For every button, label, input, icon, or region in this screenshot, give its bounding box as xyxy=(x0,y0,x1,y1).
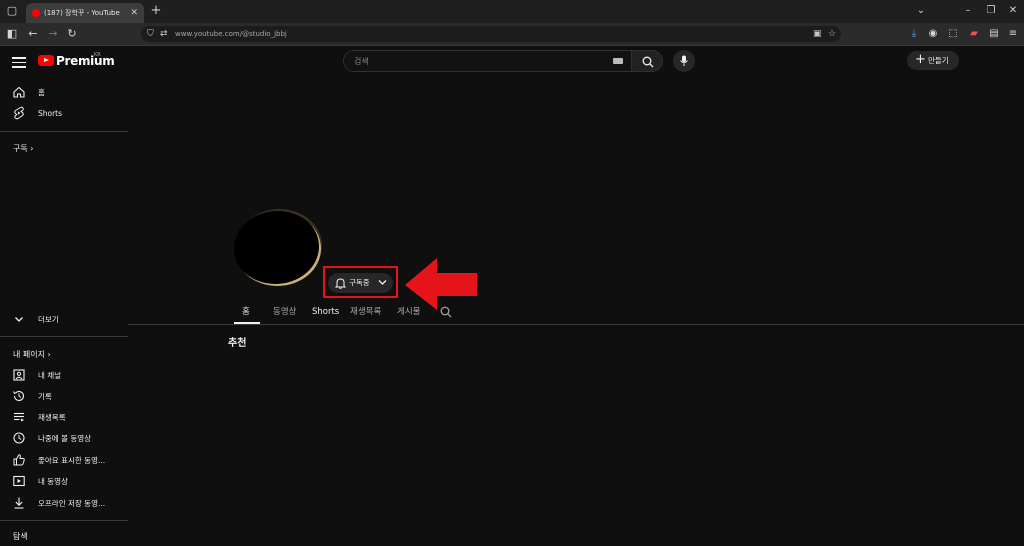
extension-icon[interactable]: ▤ xyxy=(987,27,1001,41)
playlist-icon xyxy=(14,412,24,422)
explore-heading: 탐색 xyxy=(13,532,28,541)
sidebar-item-downloads[interactable]: 오프라인 저장 동영... xyxy=(0,494,128,514)
tab-overview-icon[interactable]: ▢ xyxy=(5,4,19,18)
shield-icon[interactable]: ⛉ xyxy=(147,27,154,41)
sidebar-item-label: 좋아요 표시한 동영... xyxy=(38,456,106,465)
sidebar-item-liked-videos[interactable]: 좋아요 표시한 동영... xyxy=(0,451,128,471)
search-icon xyxy=(642,56,654,68)
minimize-icon[interactable]: – xyxy=(961,4,975,18)
sidebar-divider xyxy=(0,336,128,337)
sidebar-item-label: 오프라인 저장 동영... xyxy=(38,499,106,508)
sidebar-item-my-videos[interactable]: 내 동영상 xyxy=(0,472,128,492)
channel-search-icon[interactable] xyxy=(440,306,452,318)
sidebar-item-label: 기록 xyxy=(38,392,52,401)
url-text[interactable]: www.youtube.com/@studio_jbbj xyxy=(175,28,287,40)
sidebar-divider xyxy=(0,520,128,521)
forward-icon[interactable]: → xyxy=(46,27,60,41)
voice-search-button[interactable] xyxy=(673,50,695,72)
tabs-divider xyxy=(128,324,1024,325)
new-tab-button[interactable]: + xyxy=(149,3,163,19)
annotation-arrow-icon xyxy=(405,258,477,310)
sidebar-item-home[interactable]: 홈 xyxy=(0,83,128,103)
search-button[interactable] xyxy=(631,50,663,72)
sidebar-divider xyxy=(0,131,128,132)
sidebar-item-label: Shorts xyxy=(38,109,63,118)
youtube-play-icon xyxy=(38,55,54,66)
address-bar[interactable]: ⛉ ⇄ www.youtube.com/@studio_jbbj ▣ ☆ xyxy=(141,26,841,42)
search-input[interactable] xyxy=(354,51,604,71)
sidebar-item-label: 나중에 볼 동영상 xyxy=(38,434,92,443)
sidebar-item-playlists[interactable]: 재생목록 xyxy=(0,408,128,428)
tab-playlists[interactable]: 재생목록 xyxy=(350,306,381,318)
download-icon[interactable]: ⤓ xyxy=(907,27,921,41)
browser-tab[interactable]: (187) 장학꾸 - YouTube ✕ xyxy=(26,3,144,23)
create-label: 만들기 xyxy=(928,56,949,65)
sidebar-item-label: 재생목록 xyxy=(38,413,66,422)
tab-close-icon[interactable]: ✕ xyxy=(130,6,138,20)
tab-shorts[interactable]: Shorts xyxy=(312,306,339,318)
download-icon xyxy=(14,497,24,509)
plus-icon: + xyxy=(915,52,926,67)
menu-icon[interactable]: ≡ xyxy=(1006,27,1020,41)
sidebar-item-my-channel[interactable]: 내 채널 xyxy=(0,366,128,386)
tab-videos[interactable]: 동영상 xyxy=(273,306,296,318)
sidebar-item-shorts[interactable]: Shorts xyxy=(0,104,128,124)
create-button[interactable]: + 만들기 xyxy=(907,51,959,70)
search-box xyxy=(343,50,632,72)
browser-toolbar: ◧ ← → ↻ ⛉ ⇄ www.youtube.com/@studio_jbbj… xyxy=(0,23,1024,46)
like-icon xyxy=(13,454,25,466)
sidebar-show-more[interactable]: 더보기 xyxy=(0,310,128,330)
browser-tab-strip: ▢ (187) 장학꾸 - YouTube ✕ + ⌄ – ❐ ✕ xyxy=(0,0,1024,23)
subscriptions-heading[interactable]: 구독 › xyxy=(13,143,33,155)
sidebar-item-watch-later[interactable]: 나중에 볼 동영상 xyxy=(0,429,128,449)
account-icon[interactable]: ◉ xyxy=(926,27,940,41)
sidebar-item-label: 내 동영상 xyxy=(38,477,68,486)
bookmark-star-icon[interactable]: ☆ xyxy=(828,27,836,41)
tab-list-chevron-icon[interactable]: ⌄ xyxy=(914,4,928,18)
reader-view-icon[interactable]: ▣ xyxy=(813,27,822,41)
my-page-heading[interactable]: 내 페이지 › xyxy=(13,349,51,361)
back-icon[interactable]: ← xyxy=(26,27,40,41)
chevron-down-icon xyxy=(15,317,23,322)
microphone-icon xyxy=(680,55,688,66)
tab-home[interactable]: 홈 xyxy=(242,306,250,318)
sidebar-item-label: 홈 xyxy=(38,88,45,97)
my-videos-icon xyxy=(13,475,25,487)
youtube-favicon-icon xyxy=(32,9,40,17)
tab-title: (187) 장학꾸 - YouTube xyxy=(44,9,120,17)
close-window-icon[interactable]: ✕ xyxy=(1006,4,1020,18)
keyboard-icon[interactable] xyxy=(613,58,623,64)
home-icon xyxy=(13,86,25,98)
restore-icon[interactable]: ❐ xyxy=(984,4,998,18)
shorts-icon xyxy=(14,106,24,120)
site-settings-icon[interactable]: ⇄ xyxy=(160,27,168,41)
history-icon xyxy=(13,390,25,401)
reload-icon[interactable]: ↻ xyxy=(65,27,79,41)
watch-later-icon xyxy=(13,432,25,444)
tab-posts[interactable]: 게시물 xyxy=(397,306,420,318)
sidebar-item-label: 내 채널 xyxy=(38,371,62,380)
annotation-highlight-box xyxy=(323,266,398,298)
channel-icon xyxy=(13,369,25,381)
extensions-icon[interactable]: ⬚ xyxy=(946,27,960,41)
extension-badge-icon[interactable]: ▰ xyxy=(967,27,981,41)
guide-menu-icon[interactable] xyxy=(12,54,26,68)
sidebar-item-label: 더보기 xyxy=(38,315,59,324)
section-title-recommended: 추천 xyxy=(228,338,247,349)
sidebar-toggle-icon[interactable]: ◧ xyxy=(5,27,19,41)
channel-avatar[interactable] xyxy=(234,211,321,286)
sidebar-item-history[interactable]: 기록 xyxy=(0,387,128,407)
